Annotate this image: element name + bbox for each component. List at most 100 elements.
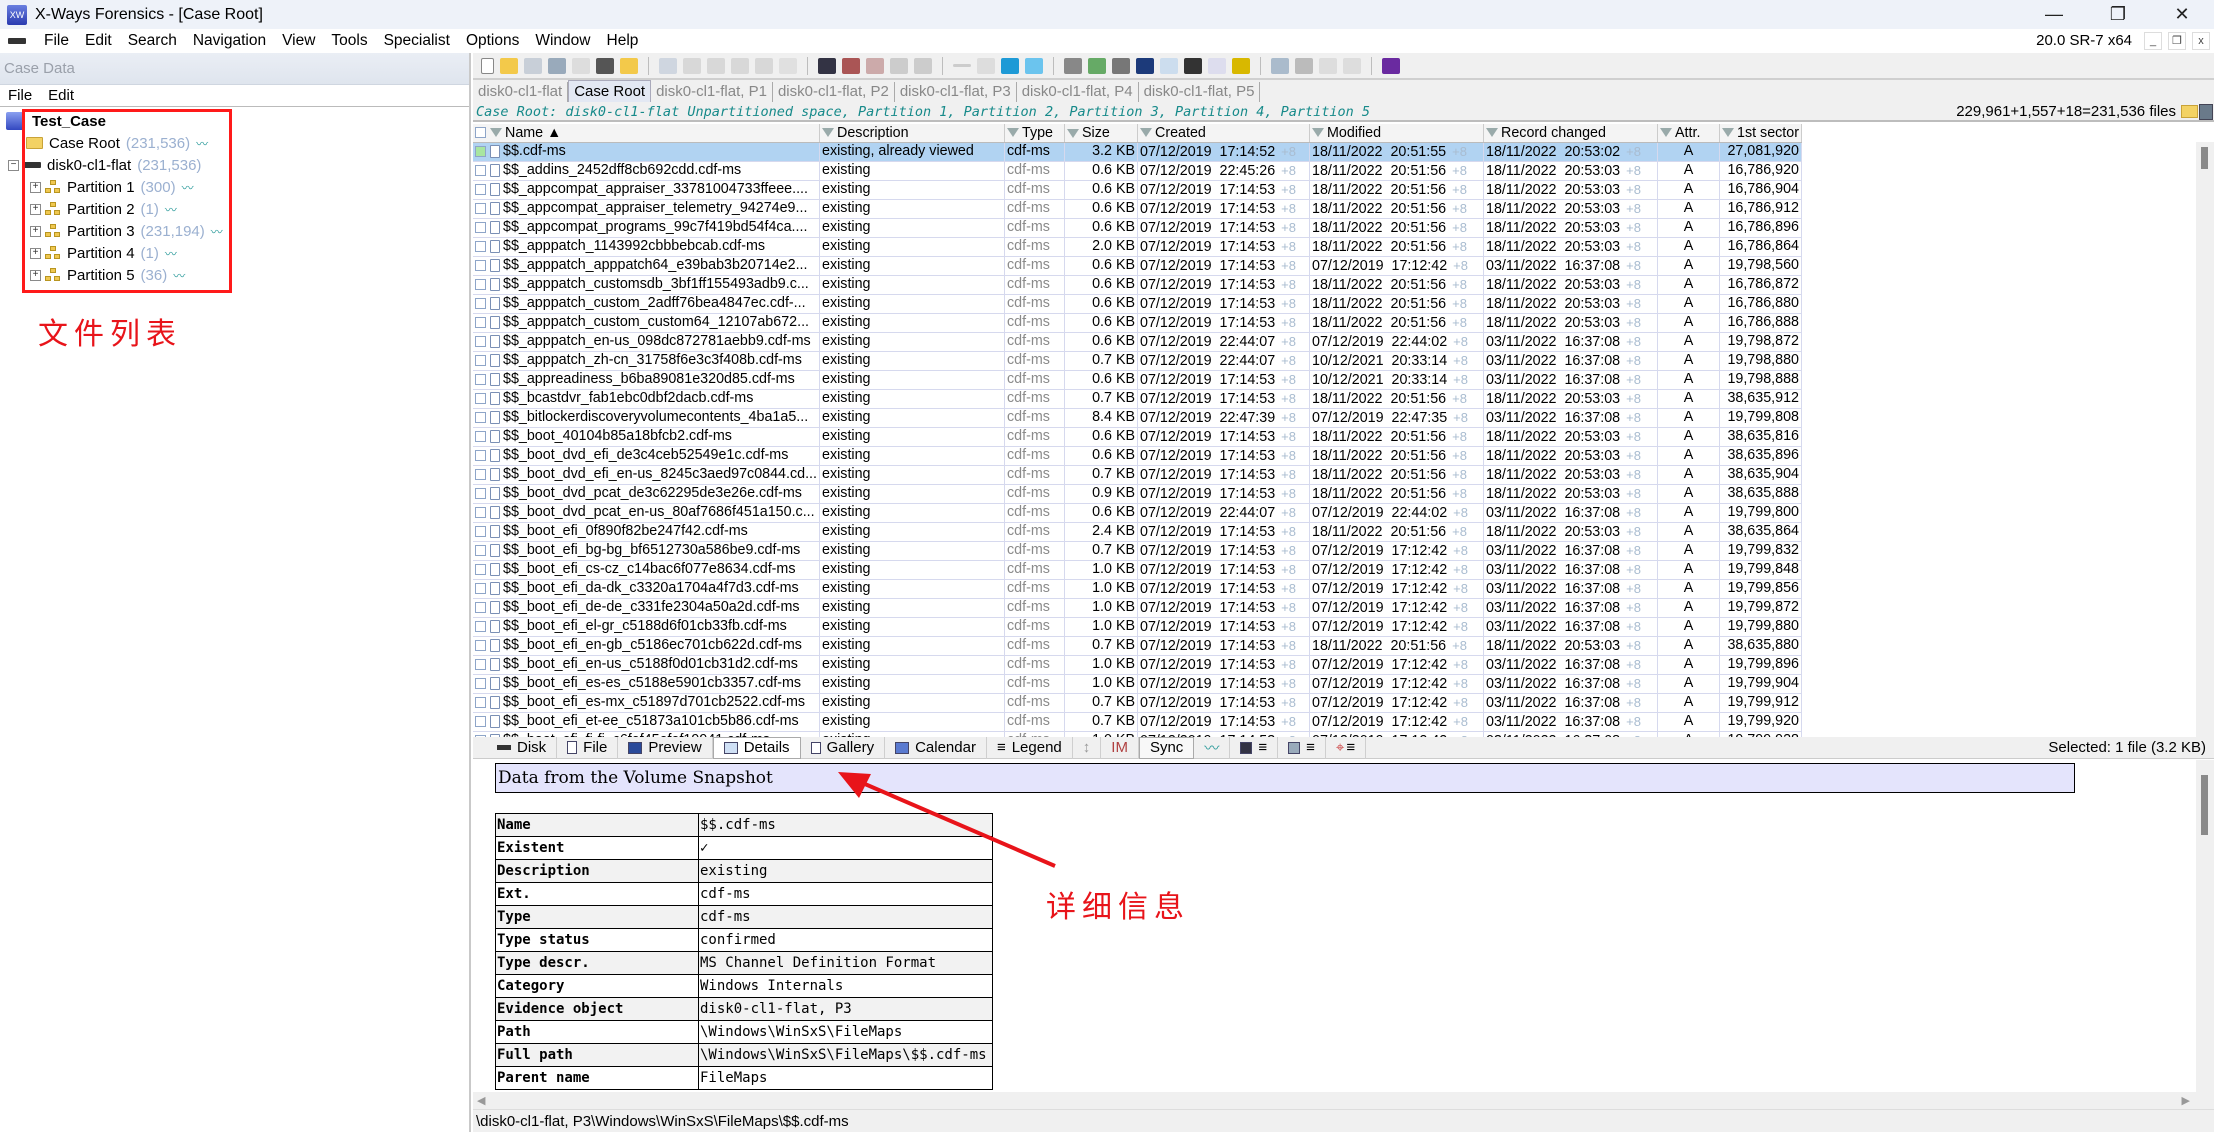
cell-name[interactable]: $$_boot_efi_el-gr_c5188d6f01cb33fb.cdf-m… bbox=[473, 617, 821, 637]
menu-file[interactable]: File bbox=[36, 32, 77, 50]
file-row[interactable]: $$_apppatch_custom_2adff76bea4847ec.cdf-… bbox=[473, 294, 1802, 314]
mode-tab-disk[interactable]: Disk bbox=[487, 736, 558, 759]
file-row[interactable]: $$_boot_efi_0f890f82be247f42.cdf-ms exist… bbox=[473, 522, 1802, 542]
row-checkbox[interactable] bbox=[475, 582, 486, 594]
cell-name[interactable]: $$_boot_efi_bg-bg_bf6512730a586be9.cdf-m… bbox=[473, 541, 821, 561]
row-checkbox[interactable] bbox=[475, 487, 486, 499]
row-checkbox[interactable] bbox=[475, 164, 486, 176]
file-row[interactable]: $$_boot_dvd_efi_de3c4ceb52549e1c.cdf-ms e… bbox=[473, 446, 1802, 466]
mode-tab-calendar[interactable]: Calendar bbox=[885, 736, 987, 759]
column-header-attr[interactable]: Attr. bbox=[1657, 124, 1721, 143]
filter-icon[interactable] bbox=[1140, 128, 1153, 138]
cell-name[interactable]: $$_appcompat_appraiser_33781004733ffeee.… bbox=[473, 180, 821, 200]
open-memory-icon[interactable] bbox=[1112, 57, 1130, 74]
row-checkbox[interactable] bbox=[475, 544, 486, 556]
menu-search[interactable]: Search bbox=[120, 32, 185, 50]
row-checkbox[interactable] bbox=[475, 658, 486, 670]
find-hex-next-icon[interactable] bbox=[866, 57, 884, 74]
menu-help[interactable]: Help bbox=[599, 32, 647, 50]
filter-icon[interactable] bbox=[1486, 128, 1499, 138]
row-checkbox[interactable] bbox=[475, 278, 486, 290]
im-toggle[interactable]: IM bbox=[1101, 736, 1139, 759]
file-row[interactable]: $$_boot_efi_et-ee_c51873a101cb5b86.cdf-m… bbox=[473, 712, 1802, 732]
event-list-toggle[interactable]: ≡ bbox=[1278, 736, 1326, 759]
next-icon[interactable] bbox=[1343, 57, 1361, 74]
file-row[interactable]: $$_boot_dvd_pcat_de3c62295de3e26e.cdf-ms… bbox=[473, 484, 1802, 504]
folder-icon[interactable] bbox=[2181, 105, 2198, 118]
mdi-minimize-button[interactable]: _ bbox=[2144, 32, 2162, 50]
find-text-icon[interactable] bbox=[818, 57, 836, 74]
column-header-size[interactable]: Size bbox=[1064, 124, 1139, 143]
prev-icon[interactable] bbox=[1319, 57, 1337, 74]
fill-icon[interactable] bbox=[755, 57, 773, 74]
cell-name[interactable]: $$_apppatch_zh-cn_31758f6e3c3f408b.cdf-m… bbox=[473, 351, 821, 371]
row-checkbox[interactable] bbox=[475, 696, 486, 708]
file-row[interactable]: $$_boot_efi_en-us_c5188f0d01cb31d2.cdf-m… bbox=[473, 655, 1802, 675]
column-header-1st-sector[interactable]: 1st sector bbox=[1719, 124, 1802, 143]
details-scrollbar[interactable] bbox=[2196, 760, 2214, 1092]
file-row[interactable]: $$_apppatch_custom_custom64_12107ab672..… bbox=[473, 313, 1802, 333]
menu-options[interactable]: Options bbox=[458, 32, 527, 50]
file-row[interactable]: $$_apppatch_customsdb_3bf1ff155493adb9.c… bbox=[473, 275, 1802, 295]
row-checkbox[interactable] bbox=[475, 468, 486, 480]
replace-hex-icon[interactable] bbox=[914, 57, 932, 74]
cell-name[interactable]: $$_boot_dvd_pcat_en-us_80af7686f451a150.… bbox=[473, 503, 821, 523]
back-icon[interactable] bbox=[1001, 57, 1019, 74]
menu-navigation[interactable]: Navigation bbox=[185, 32, 274, 50]
minimize-button[interactable]: — bbox=[2022, 0, 2086, 29]
row-checkbox[interactable] bbox=[475, 354, 486, 366]
cell-name[interactable]: $$_appreadiness_b6ba89081e320d85.cdf-ms bbox=[473, 370, 821, 390]
copy-icon[interactable] bbox=[683, 57, 701, 74]
collapse-icon[interactable]: − bbox=[8, 159, 19, 171]
column-header-created[interactable]: Created bbox=[1137, 124, 1311, 143]
replace-text-icon[interactable] bbox=[890, 57, 908, 74]
position-toggle[interactable]: ⌖ ≡ bbox=[1326, 736, 1367, 759]
cell-name[interactable]: $$_boot_40104b85a18bfcb2.cdf-ms bbox=[473, 427, 821, 447]
forward-icon[interactable] bbox=[1025, 57, 1043, 74]
row-checkbox[interactable] bbox=[475, 240, 486, 252]
column-header-modified[interactable]: Modified bbox=[1309, 124, 1485, 143]
row-checkbox[interactable] bbox=[475, 373, 486, 385]
cell-name[interactable]: $$_bitlockerdiscoveryvolumecontents_4ba1… bbox=[473, 408, 821, 428]
row-checkbox[interactable] bbox=[475, 525, 486, 537]
help-book-icon[interactable] bbox=[1382, 57, 1400, 74]
search-icon[interactable] bbox=[1160, 57, 1178, 74]
filter-icon[interactable] bbox=[490, 128, 502, 138]
save-case-icon[interactable] bbox=[524, 57, 542, 74]
row-checkbox[interactable] bbox=[475, 677, 486, 689]
settings-gear-icon[interactable] bbox=[1232, 57, 1250, 74]
row-checkbox[interactable] bbox=[475, 620, 486, 632]
cell-name[interactable]: $$_apppatch_custom_custom64_12107ab672..… bbox=[473, 313, 821, 333]
mode-tab-legend[interactable]: ≡ Legend bbox=[987, 736, 1073, 759]
cell-name[interactable]: $$_boot_efi_et-ee_c51873a101cb5b86.cdf-m… bbox=[473, 712, 821, 732]
file-row[interactable]: $$_apppatch_en-us_098dc872781aebb9.cdf-m… bbox=[473, 332, 1802, 352]
cell-name[interactable]: $$_boot_dvd_pcat_de3c62295de3e26e.cdf-ms bbox=[473, 484, 821, 504]
details-horizontal-scrollbar[interactable]: ◀ ▶ bbox=[473, 1092, 2214, 1109]
properties-icon[interactable] bbox=[572, 57, 590, 74]
open-disk-icon[interactable] bbox=[1064, 57, 1082, 74]
volume-snapshot-icon[interactable] bbox=[1271, 57, 1289, 74]
goto-offset-icon[interactable] bbox=[953, 64, 971, 67]
file-row[interactable]: $$_boot_dvd_pcat_en-us_80af7686f451a150.… bbox=[473, 503, 1802, 523]
menu-view[interactable]: View bbox=[274, 32, 323, 50]
filter-icon[interactable] bbox=[1722, 128, 1735, 138]
mdi-close-button[interactable]: x bbox=[2192, 32, 2210, 50]
tab-disk0[interactable]: disk0-cl1-flat bbox=[473, 82, 569, 102]
file-row[interactable]: $$_apppatch_apppatch64_e39bab3b20714e2..… bbox=[473, 256, 1802, 276]
cell-name[interactable]: $$_boot_dvd_efi_de3c4ceb52549e1c.cdf-ms bbox=[473, 446, 821, 466]
binary-icon[interactable] bbox=[779, 57, 797, 74]
column-header-type[interactable]: Type bbox=[1004, 124, 1066, 143]
mode-tab-file[interactable]: File bbox=[557, 736, 619, 759]
row-checkbox[interactable] bbox=[475, 601, 486, 613]
file-row[interactable]: $$.cdf-ms existing, already viewed cdf-ms 3… bbox=[473, 142, 1802, 162]
menu-specialist[interactable]: Specialist bbox=[376, 32, 458, 50]
cell-name[interactable]: $$_boot_efi_da-dk_c3320a1704a4f7d3.cdf-m… bbox=[473, 579, 821, 599]
cell-name[interactable]: $$_boot_efi_de-de_c331fe2304a50a2d.cdf-m… bbox=[473, 598, 821, 618]
cell-name[interactable]: $$_apppatch_1143992cbbbebcab.cdf-ms bbox=[473, 237, 821, 257]
row-checkbox[interactable] bbox=[475, 506, 486, 518]
file-row[interactable]: $$_boot_efi_bg-bg_bf6512730a586be9.cdf-m… bbox=[473, 541, 1802, 561]
file-row[interactable]: $$_bcastdvr_fab1ebc0dbf2dacb.cdf-ms exist… bbox=[473, 389, 1802, 409]
export-icon[interactable] bbox=[620, 57, 638, 74]
tab-p5[interactable]: disk0-cl1-flat, P5 bbox=[1139, 82, 1261, 102]
camera-icon[interactable] bbox=[1184, 57, 1202, 74]
